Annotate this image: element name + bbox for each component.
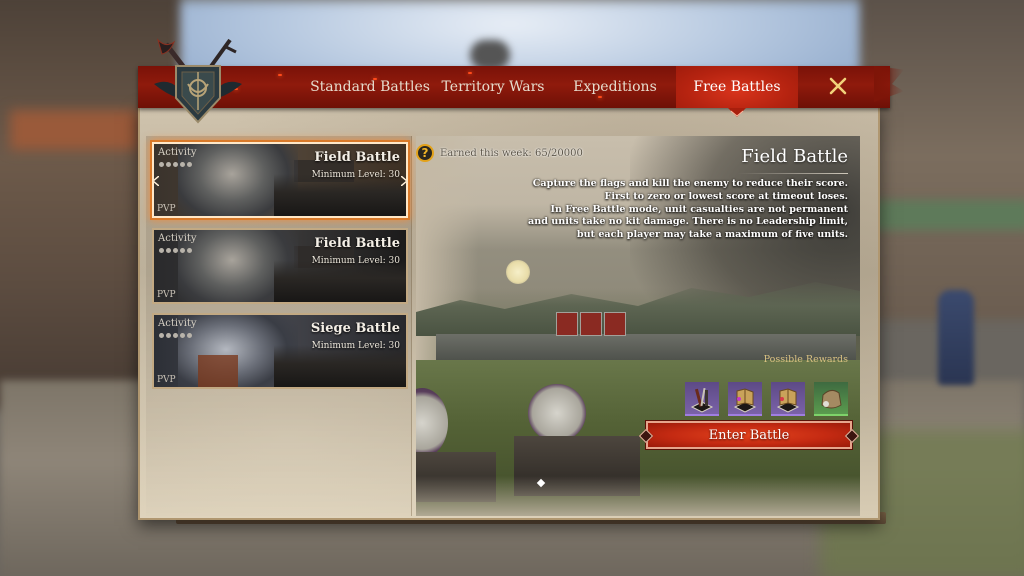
minimum-level: Minimum Level: 30 <box>311 256 400 266</box>
banner <box>604 312 626 336</box>
activity-tag: Activity <box>158 147 197 158</box>
mode-title: Field Battle <box>741 146 848 167</box>
reward-item[interactable] <box>685 382 719 416</box>
activity-dot <box>187 333 192 338</box>
roof-left <box>10 110 140 150</box>
title-divider <box>738 173 848 174</box>
rewards-list <box>685 382 848 416</box>
possible-rewards-label: Possible Rewards <box>763 354 848 365</box>
banner <box>556 312 578 336</box>
battle-card-field-battle-selected[interactable]: Activity Field Battle Minimum Level: 30 … <box>152 142 408 218</box>
battle-card-field-battle[interactable]: Activity Field Battle Minimum Level: 30 … <box>152 228 408 304</box>
tab-free-battles-label: Free Battles <box>693 79 781 95</box>
scroll-book-icon <box>776 388 800 413</box>
battle-card-siege-battle[interactable]: Activity Siege Battle Minimum Level: 30 … <box>152 313 408 389</box>
awning-right <box>870 200 1024 230</box>
earned-this-week: Earned this week: 65/20000 <box>440 147 583 159</box>
mode-description: Capture the flags and kill the enemy to … <box>528 178 848 242</box>
activity-dots <box>159 162 192 167</box>
army-art <box>274 174 406 216</box>
pvp-tag: PVP <box>157 290 176 300</box>
war-drum <box>528 384 586 442</box>
tab-list: Standard Battles Territory Wars Expediti… <box>308 66 798 117</box>
paper-fade <box>416 476 860 516</box>
battle-menu-window: Activity Field Battle Minimum Level: 30 … <box>138 38 890 524</box>
cavalry-art <box>274 345 406 387</box>
activity-dot <box>159 248 164 253</box>
cape-art <box>198 355 238 387</box>
reward-item[interactable] <box>728 382 762 416</box>
tab-standard-battles[interactable]: Standard Battles <box>308 66 432 108</box>
loot-sack-icon <box>821 389 842 409</box>
activity-dots <box>159 333 192 338</box>
battle-detail-panel: ? Earned this week: 65/20000 Field Battl… <box>416 136 860 516</box>
activity-dot <box>173 162 178 167</box>
activity-tag: Activity <box>158 233 197 244</box>
description-paragraph: In Free Battle mode, unit casualties are… <box>528 203 848 241</box>
activity-dot <box>166 162 171 167</box>
background-person <box>938 290 974 385</box>
battle-list: Activity Field Battle Minimum Level: 30 … <box>146 136 412 516</box>
activity-dot <box>173 333 178 338</box>
minimum-level: Minimum Level: 30 <box>311 170 400 180</box>
selection-arrow-right-icon <box>401 176 406 186</box>
activity-dot <box>166 333 171 338</box>
battle-title: Siege Battle <box>310 321 400 336</box>
tab-expeditions[interactable]: Expeditions <box>554 66 676 108</box>
activity-dots <box>159 248 192 253</box>
activity-dot <box>166 248 171 253</box>
activity-dot <box>180 248 185 253</box>
description-paragraph: Capture the flags and kill the enemy to … <box>532 178 848 202</box>
minimum-level: Minimum Level: 30 <box>311 341 400 351</box>
crest-shield-icon <box>154 38 242 124</box>
army-art <box>274 260 406 302</box>
sun <box>506 260 530 284</box>
active-tab-caret-icon <box>728 108 746 117</box>
activity-tag: Activity <box>158 318 197 329</box>
selection-arrow-left-icon <box>154 176 159 186</box>
activity-dot <box>173 248 178 253</box>
activity-dot <box>180 162 185 167</box>
banner <box>580 312 602 336</box>
activity-dot <box>187 162 192 167</box>
enter-battle-button[interactable]: Enter Battle <box>638 420 860 450</box>
pvp-tag: PVP <box>157 204 176 214</box>
activity-dot <box>159 162 164 167</box>
activity-dot <box>180 333 185 338</box>
scroll-book-icon <box>733 388 757 413</box>
reward-item[interactable] <box>771 382 805 416</box>
reward-item[interactable] <box>814 382 848 416</box>
tab-territory-wars[interactable]: Territory Wars <box>432 66 554 108</box>
activity-dot <box>159 333 164 338</box>
battle-title: Field Battle <box>314 150 400 165</box>
enter-battle-label: Enter Battle <box>708 427 790 443</box>
question-icon[interactable]: ? <box>416 144 434 162</box>
tab-bar: Standard Battles Territory Wars Expediti… <box>138 66 890 117</box>
tab-free-battles[interactable]: Free Battles <box>676 66 798 117</box>
close-x-icon[interactable] <box>826 74 850 98</box>
battle-title: Field Battle <box>314 236 400 251</box>
pvp-tag: PVP <box>157 375 176 385</box>
activity-dot <box>187 248 192 253</box>
ember <box>278 74 282 76</box>
weapons-bundle-icon <box>690 387 714 413</box>
parchment-panel: Activity Field Battle Minimum Level: 30 … <box>138 106 880 520</box>
weekly-earned: ? Earned this week: 65/20000 <box>416 144 583 162</box>
